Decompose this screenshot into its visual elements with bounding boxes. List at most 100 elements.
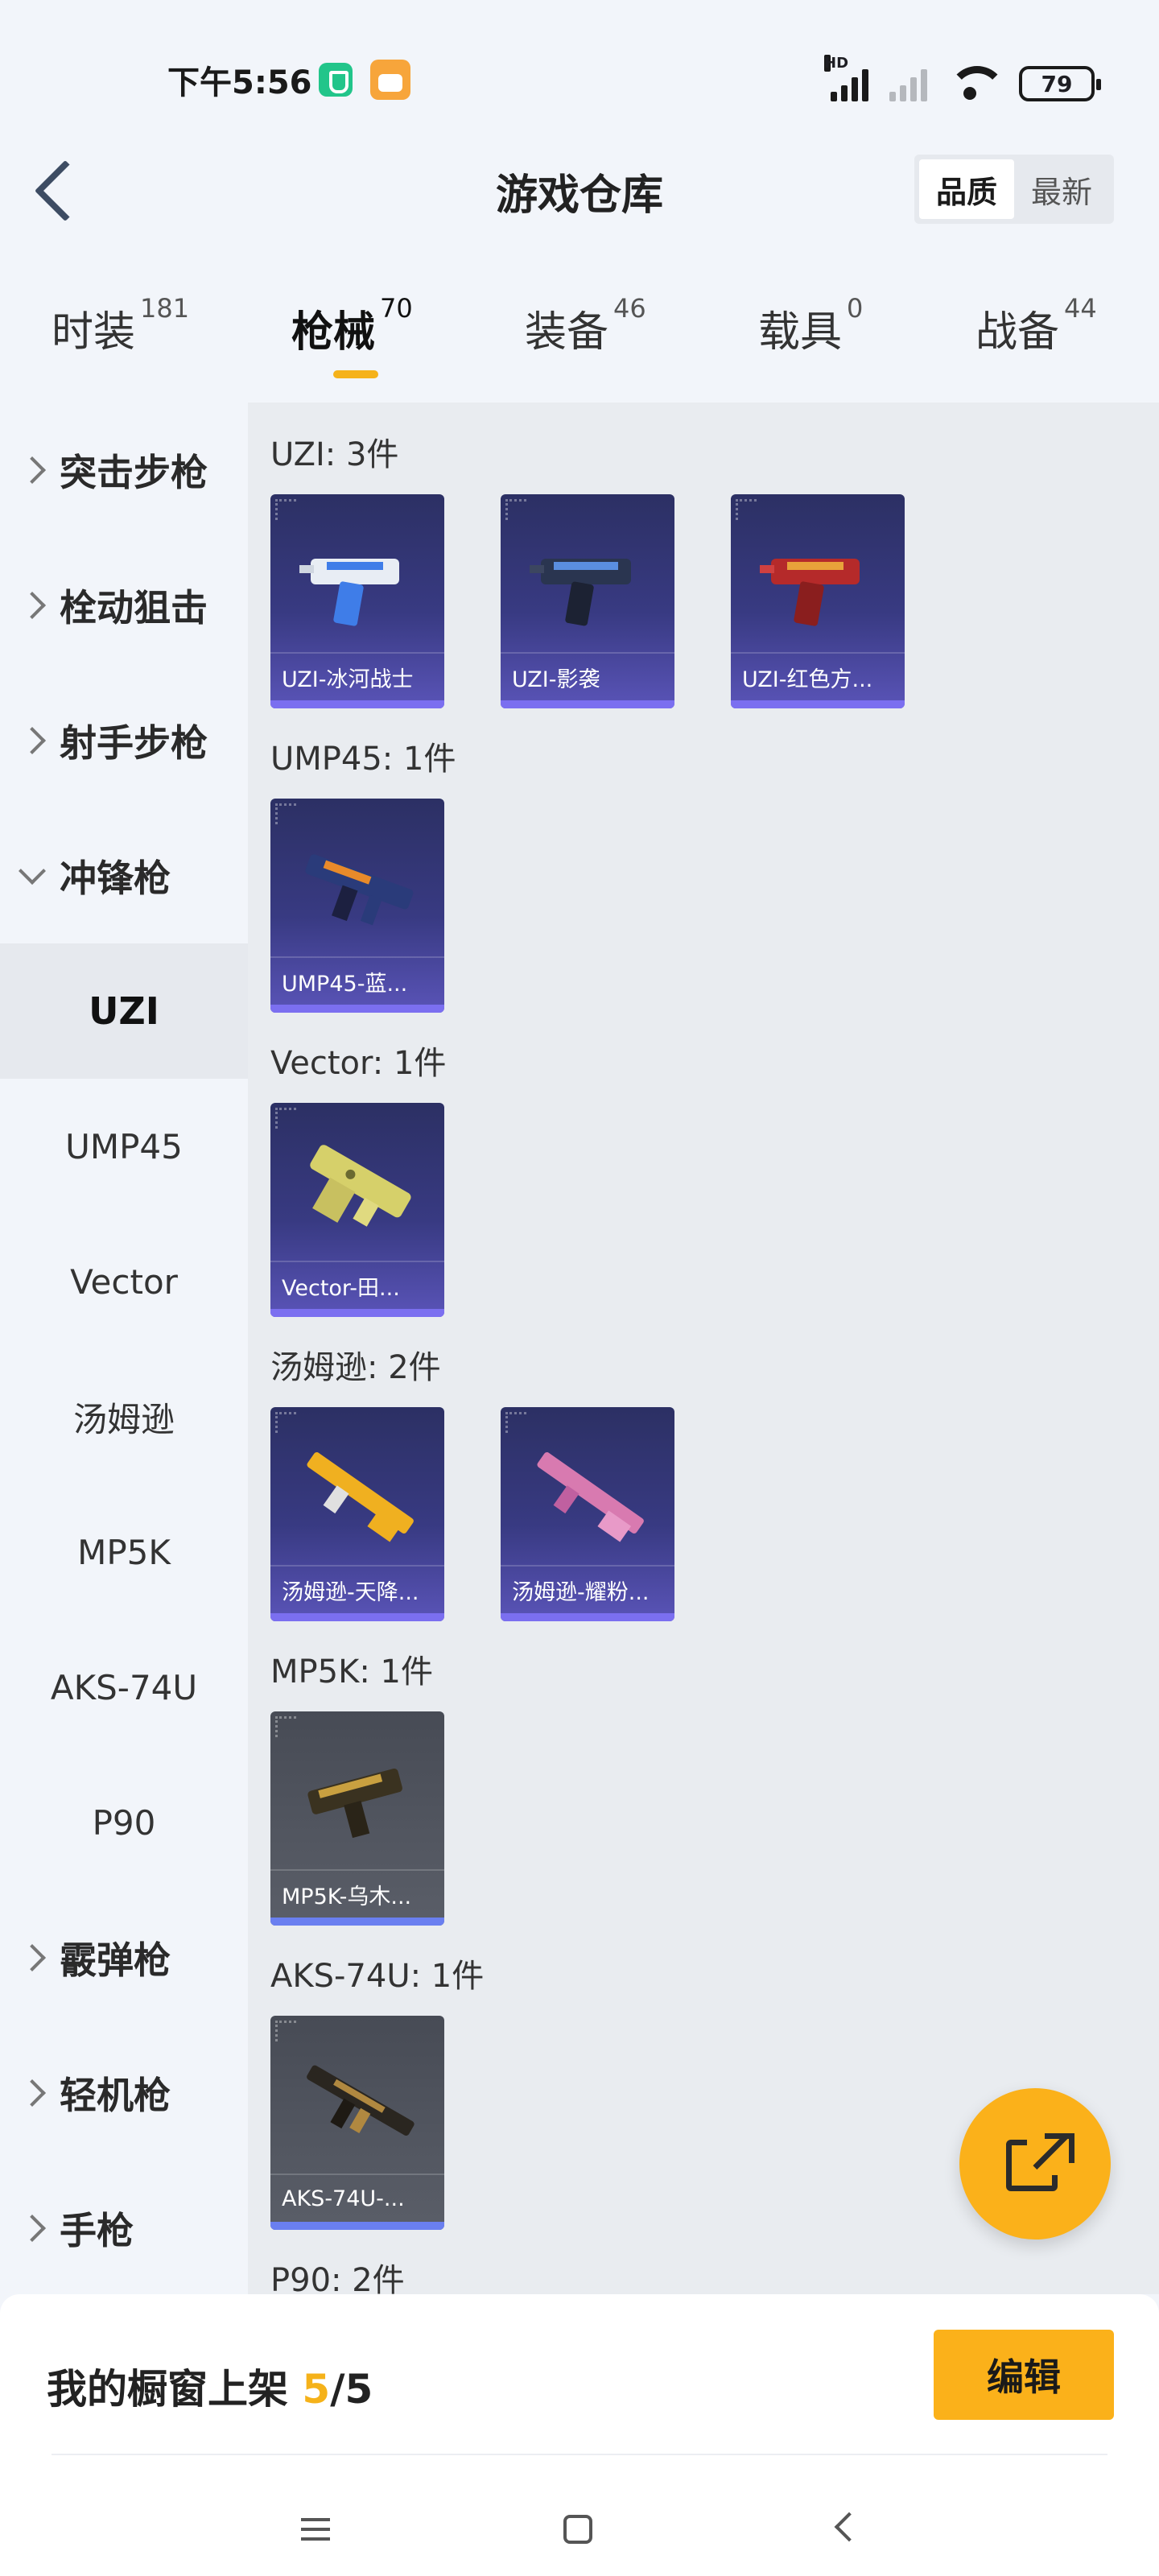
sort-latest[interactable]: 最新 — [1014, 159, 1109, 219]
showcase-separator: / — [330, 2366, 345, 2413]
sidebar-item-bolt-sniper[interactable]: 栓动狙击 — [0, 538, 248, 673]
sidebar-sub-vector[interactable]: Vector — [0, 1214, 248, 1349]
tab-label: 载具 — [758, 308, 843, 357]
sidebar-item-label: 栓动狙击 — [60, 586, 208, 630]
group-title: UMP45: 1件 — [270, 741, 456, 778]
item-card[interactable]: Vector-田... — [270, 1103, 444, 1317]
tab-count: 181 — [140, 293, 190, 324]
sidebar-item-label: 突击步枪 — [60, 451, 208, 494]
sidebar-sub-aks74u[interactable]: AKS-74U — [0, 1620, 248, 1755]
sidebar-sub-mp5k[interactable]: MP5K — [0, 1484, 248, 1620]
item-name: Vector-田... — [270, 1261, 444, 1309]
wifi-icon — [948, 66, 1006, 101]
cellular-signal-2-icon — [889, 66, 927, 101]
corner-decoration — [275, 1412, 296, 1433]
sort-toggle[interactable]: 品质 最新 — [914, 155, 1114, 224]
status-time: 下午5:56 — [167, 64, 312, 101]
item-card[interactable]: UMP45-蓝... — [270, 799, 444, 1013]
item-card[interactable]: 汤姆逊-耀粉... — [501, 1407, 674, 1621]
tab-fashion[interactable]: 时装 181 — [52, 293, 189, 358]
item-card[interactable]: 汤姆逊-天降... — [270, 1407, 444, 1621]
group-title: MP5K: 1件 — [270, 1653, 433, 1690]
tab-vehicles[interactable]: 载具 0 — [758, 293, 863, 358]
sidebar-item-lmg[interactable]: 轻机枪 — [0, 2025, 248, 2161]
item-card[interactable]: UZI-冰河战士 — [270, 494, 444, 708]
edit-button[interactable]: 编辑 — [934, 2330, 1114, 2420]
sidebar-item-label: 射手步枪 — [60, 721, 208, 765]
weapon-grid: UZI: 3件 UZI-冰河战士 UZI-影袭 UZI-红色方... UMP45… — [248, 402, 1159, 2294]
rarity-bar — [501, 1613, 674, 1621]
sidebar-item-smg[interactable]: 冲锋枪 — [0, 808, 248, 943]
status-bar: 下午5:56 HD 79 — [0, 0, 1159, 153]
item-name: UZI-影袭 — [501, 652, 674, 700]
uzi-skin-image — [530, 559, 631, 626]
weapon-sidebar: 突击步枪 栓动狙击 射手步枪 冲锋枪 UZI UMP45 Vector 汤姆逊 … — [0, 402, 248, 2294]
corner-decoration — [275, 499, 296, 520]
tab-guns[interactable]: 枪械 70 — [291, 293, 413, 358]
ump45-skin-image — [305, 854, 414, 926]
item-card[interactable]: UZI-影袭 — [501, 494, 674, 708]
home-icon[interactable] — [563, 2515, 592, 2544]
item-card[interactable]: AKS-74U-... — [270, 2016, 444, 2230]
cellular-signal-icon: HD — [824, 55, 868, 101]
tab-supplies[interactable]: 战备 44 — [975, 293, 1097, 358]
tab-label: 枪械 — [291, 308, 376, 357]
tab-count: 70 — [380, 293, 413, 324]
menu-icon[interactable] — [290, 2505, 338, 2553]
tab-label: 战备 — [975, 308, 1060, 357]
sidebar-item-pistol[interactable]: 手枪 — [0, 2161, 248, 2296]
corner-decoration — [736, 499, 757, 520]
group-title: P90: 2件 — [270, 2262, 405, 2294]
tab-equipment[interactable]: 装备 46 — [525, 293, 646, 358]
chevron-down-icon — [19, 857, 46, 885]
corner-decoration — [275, 1108, 296, 1129]
tab-count: 0 — [847, 293, 864, 324]
sidebar-sub-ump45[interactable]: UMP45 — [0, 1079, 248, 1214]
category-tabs: 时装 181 枪械 70 装备 46 载具 0 战备 44 — [0, 293, 1159, 394]
item-name: 汤姆逊-耀粉... — [501, 1565, 674, 1613]
sidebar-sub-thompson[interactable]: 汤姆逊 — [0, 1349, 248, 1484]
chevron-right-icon — [19, 1944, 46, 1971]
sidebar-sub-uzi[interactable]: UZI — [0, 943, 248, 1079]
uzi-skin-image — [299, 559, 399, 626]
divider — [52, 2454, 1107, 2455]
corner-decoration — [275, 1716, 296, 1737]
aks74u-skin-image — [307, 2065, 415, 2136]
item-card[interactable]: MP5K-乌木... — [270, 1711, 444, 1926]
item-name: MP5K-乌木... — [270, 1869, 444, 1918]
item-card[interactable]: UZI-红色方... — [731, 494, 905, 708]
chevron-right-icon — [19, 592, 46, 619]
battery-level: 79 — [1041, 70, 1073, 97]
chevron-right-icon — [19, 727, 46, 754]
sidebar-item-assault-rifle[interactable]: 突击步枪 — [0, 402, 248, 538]
sidebar-item-shotgun[interactable]: 霰弹枪 — [0, 1890, 248, 2025]
tab-count: 44 — [1064, 293, 1097, 324]
back-icon[interactable] — [821, 2505, 869, 2553]
vector-skin-image — [310, 1145, 411, 1227]
mp5k-skin-image — [307, 1768, 402, 1839]
sidebar-item-marksman-rifle[interactable]: 射手步枪 — [0, 673, 248, 808]
sort-quality[interactable]: 品质 — [919, 159, 1014, 219]
chevron-right-icon — [19, 2079, 46, 2107]
group-title: AKS-74U: 1件 — [270, 1958, 485, 1995]
game-app-icon — [370, 60, 410, 100]
rarity-bar — [270, 1005, 444, 1013]
item-name: AKS-74U-... — [270, 2174, 444, 2222]
showcase-label: 我的橱窗上架 — [47, 2366, 288, 2413]
rarity-bar — [270, 1309, 444, 1317]
sidebar-sub-p90[interactable]: P90 — [0, 1755, 248, 1890]
showcase-total: 5 — [344, 2366, 373, 2413]
rarity-bar — [501, 700, 674, 708]
item-name: UZI-红色方... — [731, 652, 905, 700]
chevron-right-icon — [19, 456, 46, 484]
sidebar-item-label: 轻机枪 — [60, 2074, 171, 2117]
group-title: 汤姆逊: 2件 — [270, 1349, 441, 1386]
group-title: UZI: 3件 — [270, 436, 399, 473]
rarity-bar — [270, 700, 444, 708]
rarity-bar — [270, 1613, 444, 1621]
corner-decoration — [505, 1412, 526, 1433]
battery-icon: 79 — [1019, 66, 1101, 101]
hd-label: HD — [824, 55, 849, 72]
share-button[interactable] — [959, 2088, 1111, 2240]
sidebar-item-label: 霰弹枪 — [60, 1938, 171, 1982]
